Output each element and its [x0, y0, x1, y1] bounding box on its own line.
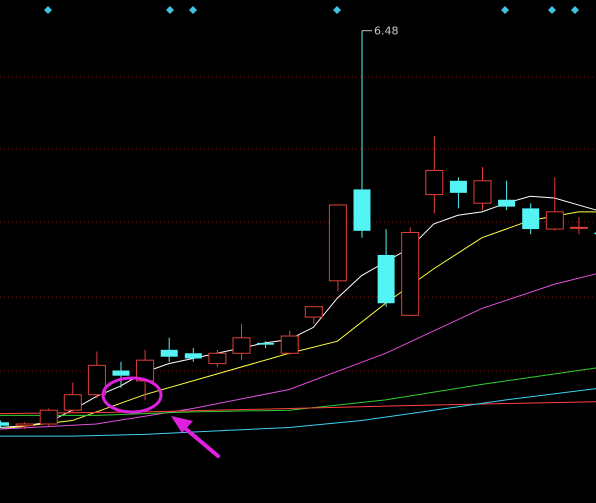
candle-body-down — [449, 180, 467, 193]
candle-body-up — [15, 423, 34, 427]
candle-body-up — [545, 211, 564, 230]
candle-body-down — [0, 422, 9, 426]
candle-body-up — [425, 169, 444, 196]
high-price-label: 6.48 — [374, 25, 399, 38]
candle-2 — [39, 408, 58, 426]
candle-body-up — [63, 394, 82, 411]
candle-14 — [328, 204, 347, 292]
candle-body-up — [232, 337, 251, 354]
candle-body-up — [208, 352, 227, 365]
candle-body-up — [280, 335, 299, 354]
candle-body-up — [304, 306, 323, 318]
candlestick-chart: 6.48 — [0, 0, 596, 503]
candle-body-down — [353, 189, 371, 231]
candle-body-up — [39, 409, 58, 425]
chart-background — [0, 0, 596, 503]
candle-body-down — [112, 370, 130, 376]
candle-body-down — [522, 208, 540, 230]
candle-body-up — [328, 204, 347, 282]
candle-body-up — [569, 226, 588, 229]
candle-body-down — [498, 199, 516, 207]
candle-body-down — [160, 349, 178, 357]
candle-17 — [401, 227, 420, 316]
candle-body-down — [377, 254, 395, 304]
candle-body-up — [401, 232, 420, 316]
candle-body-up — [473, 180, 492, 204]
candle-body-down — [184, 353, 202, 359]
candle-body-down — [257, 342, 275, 345]
